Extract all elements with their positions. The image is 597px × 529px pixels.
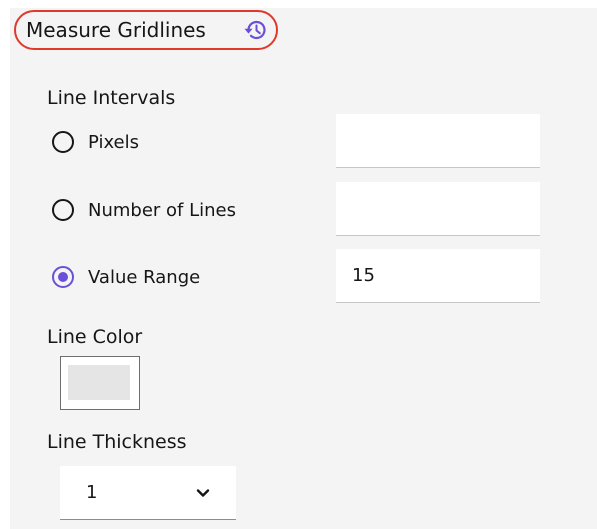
- line-color-swatch[interactable]: [60, 356, 140, 410]
- radio-pixels[interactable]: Pixels: [52, 120, 139, 164]
- radio-number-of-lines-button[interactable]: [52, 199, 74, 221]
- line-thickness-value: 1: [86, 482, 98, 503]
- radio-pixels-label: Pixels: [88, 131, 140, 153]
- line-color-label: Line Color: [47, 326, 143, 348]
- line-color-swatch-fill: [68, 365, 130, 400]
- line-thickness-select[interactable]: 1: [60, 466, 236, 520]
- radio-number-of-lines-label: Number of Lines: [88, 199, 236, 221]
- line-intervals-label: Line Intervals: [47, 87, 176, 109]
- number-of-lines-input[interactable]: [336, 182, 540, 236]
- radio-value-range[interactable]: Value Range: [52, 255, 200, 299]
- radio-number-of-lines[interactable]: Number of Lines: [52, 188, 236, 232]
- section-title: Measure Gridlines: [26, 18, 206, 42]
- radio-pixels-button[interactable]: [52, 131, 74, 153]
- value-range-input[interactable]: [336, 249, 540, 303]
- pixels-input[interactable]: [336, 114, 540, 168]
- line-thickness-label: Line Thickness: [47, 431, 187, 453]
- chevron-down-icon: [196, 489, 210, 497]
- section-header: Measure Gridlines: [14, 10, 278, 50]
- radio-value-range-label: Value Range: [88, 266, 201, 288]
- history-reset-icon[interactable]: [242, 16, 270, 44]
- radio-value-range-button[interactable]: [52, 266, 74, 288]
